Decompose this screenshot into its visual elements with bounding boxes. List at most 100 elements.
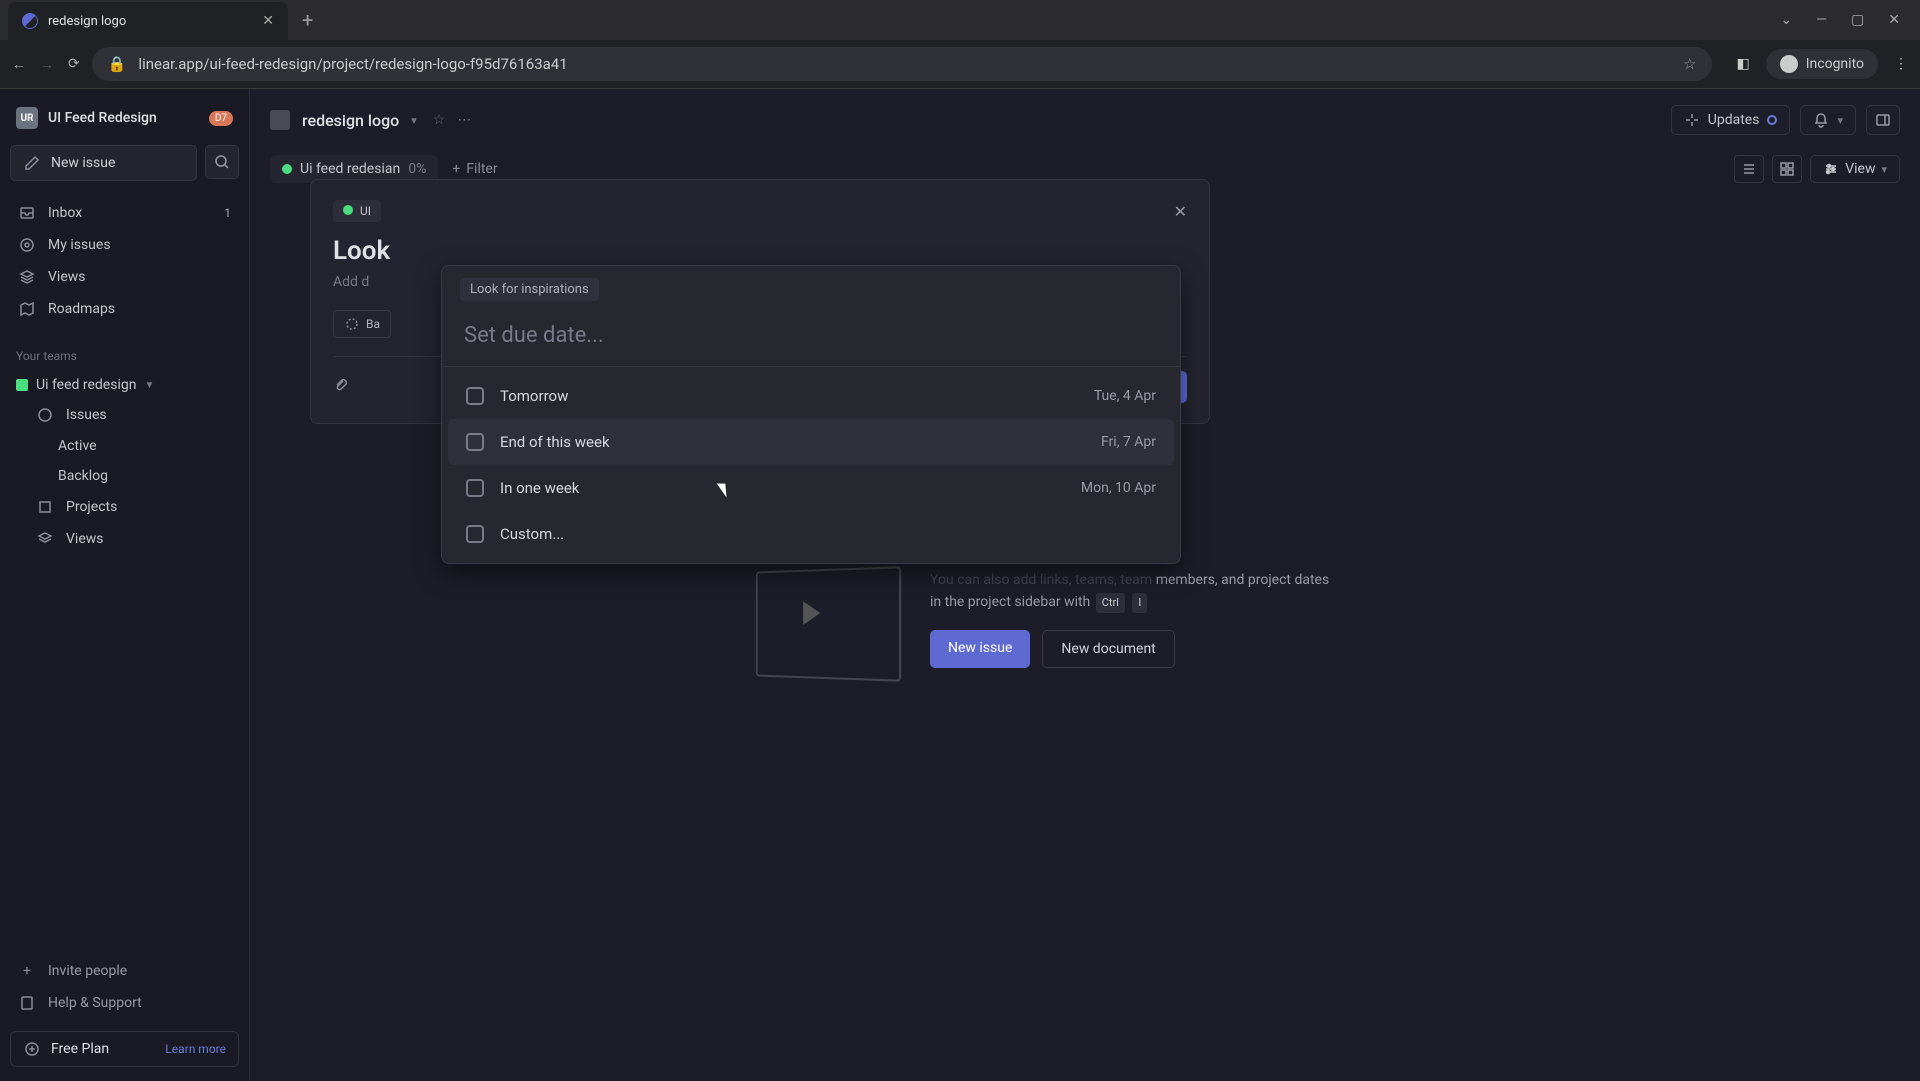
kbd-i: I xyxy=(1132,593,1147,613)
notifications-button[interactable]: ▾ xyxy=(1800,105,1856,135)
plan-pill[interactable]: Free Plan Learn more xyxy=(10,1031,239,1067)
due-date-option-label: In one week xyxy=(500,479,579,497)
forward-button[interactable]: → xyxy=(40,56,54,73)
pulse-dot-icon xyxy=(1767,115,1777,125)
status-pill[interactable]: Ba xyxy=(333,310,391,338)
due-date-popover: Look for inspirations Set due date... To… xyxy=(441,265,1181,564)
list-view-button[interactable] xyxy=(1734,155,1764,183)
browser-menu-icon[interactable]: ⋮ xyxy=(1894,56,1908,72)
chevron-down-icon: ▾ xyxy=(1881,163,1887,176)
box-icon xyxy=(36,498,54,516)
due-date-option[interactable]: Tomorrow Tue, 4 Apr xyxy=(448,373,1174,419)
reload-button[interactable]: ⟳ xyxy=(68,56,80,72)
address-bar[interactable]: 🔒 linear.app/ui-feed-redesign/project/re… xyxy=(92,47,1713,81)
browser-tab[interactable]: redesign logo ✕ xyxy=(8,2,288,40)
calendar-icon xyxy=(466,525,484,543)
star-button[interactable]: ☆ xyxy=(433,112,446,128)
view-options-button[interactable]: View ▾ xyxy=(1810,155,1900,183)
layers-icon xyxy=(18,268,36,286)
nav-team-views[interactable]: Views xyxy=(10,523,239,555)
nav-projects[interactable]: Projects xyxy=(10,491,239,523)
chevron-down-icon[interactable]: ▾ xyxy=(411,114,417,127)
nav-roadmaps[interactable]: Roadmaps xyxy=(10,293,239,325)
workspace-name: UI Feed Redesign xyxy=(48,110,157,126)
attachment-button[interactable] xyxy=(333,377,349,397)
sidebar: UR UI Feed Redesign D7 New issue Inbox 1 xyxy=(0,89,250,1081)
new-tab-button[interactable]: + xyxy=(302,8,313,32)
calendar-icon xyxy=(466,387,484,405)
tab-close-icon[interactable]: ✕ xyxy=(262,13,274,29)
list-icon xyxy=(1741,161,1757,177)
due-date-search-input[interactable]: Set due date... xyxy=(442,313,1180,367)
learn-more-link[interactable]: Learn more xyxy=(165,1042,226,1056)
board-view-button[interactable] xyxy=(1772,155,1802,183)
plus-icon: + xyxy=(18,962,36,980)
team-row[interactable]: Ui feed redesign ▼ xyxy=(10,371,239,399)
bell-icon xyxy=(1813,112,1829,128)
project-title[interactable]: redesign logo xyxy=(302,111,399,130)
minimize-button[interactable]: ― xyxy=(1816,12,1827,28)
help-support-button[interactable]: Help & Support xyxy=(10,987,239,1019)
more-button[interactable]: ⋯ xyxy=(457,112,471,128)
kbd-ctrl: Ctrl xyxy=(1096,593,1125,613)
modal-close-button[interactable]: ✕ xyxy=(1174,202,1187,221)
empty-new-issue-button[interactable]: New issue xyxy=(930,630,1030,668)
calendar-icon xyxy=(466,433,484,451)
panel-right-icon xyxy=(1875,112,1891,128)
main-content: redesign logo ▾ ☆ ⋯ Updates ▾ xyxy=(250,89,1920,1081)
add-filter-button[interactable]: + Filter xyxy=(452,161,497,177)
modal-team-pill[interactable]: UI xyxy=(333,200,381,222)
window-close-button[interactable]: ✕ xyxy=(1888,12,1900,28)
search-button[interactable] xyxy=(205,145,239,179)
grid-icon xyxy=(1779,161,1795,177)
bookmark-star-icon[interactable]: ☆ xyxy=(1683,55,1696,73)
due-date-option[interactable]: Custom... xyxy=(448,511,1174,557)
updates-button[interactable]: Updates xyxy=(1671,105,1791,135)
workspace-badge: D7 xyxy=(209,111,233,126)
nav-backlog[interactable]: Backlog xyxy=(10,461,239,491)
invite-people-button[interactable]: + Invite people xyxy=(10,955,239,987)
search-icon xyxy=(214,154,230,170)
back-button[interactable]: ← xyxy=(12,56,26,73)
circle-dashed-icon xyxy=(344,316,360,332)
due-date-option[interactable]: In one weekMon, 10 Apr xyxy=(448,465,1174,511)
new-issue-button[interactable]: New issue xyxy=(10,145,197,181)
toggle-sidebar-button[interactable] xyxy=(1866,105,1900,135)
layers-icon xyxy=(36,530,54,548)
nav-my-issues[interactable]: My issues xyxy=(10,229,239,261)
create-issue-modal: UI ✕ Look Add d Ba ssue Lo xyxy=(310,179,1210,424)
team-color-icon xyxy=(282,164,292,174)
plus-circle-icon xyxy=(23,1040,41,1058)
due-date-option[interactable]: End of this week Fri, 7 Apr xyxy=(448,419,1174,465)
circle-dashed-icon xyxy=(36,406,54,424)
team-color-icon xyxy=(16,379,28,391)
maximize-button[interactable]: ▢ xyxy=(1851,12,1864,28)
empty-new-document-button[interactable]: New document xyxy=(1042,630,1174,668)
book-icon xyxy=(18,994,36,1012)
extensions-icon[interactable]: ◧ xyxy=(1736,56,1749,72)
nav-views[interactable]: Views xyxy=(10,261,239,293)
chevron-down-icon: ▼ xyxy=(144,380,154,391)
empty-state-illustration xyxy=(756,566,901,682)
tabs-dropdown-icon[interactable]: ⌄ xyxy=(1780,12,1792,28)
lock-icon: 🔒 xyxy=(108,55,127,73)
team-color-icon xyxy=(343,205,353,215)
nav-issues[interactable]: Issues xyxy=(10,399,239,431)
edit-icon xyxy=(23,154,41,172)
due-date-option-label: Custom... xyxy=(500,525,564,543)
due-date-option-label: End of this week xyxy=(500,433,610,451)
target-icon xyxy=(18,236,36,254)
due-date-option-date: Tue, 4 Apr xyxy=(1094,388,1156,404)
plus-icon: + xyxy=(452,161,460,177)
incognito-indicator[interactable]: Incognito xyxy=(1766,49,1878,79)
paperclip-icon xyxy=(333,377,349,393)
due-date-option-label: Tomorrow xyxy=(500,387,568,405)
issue-title-input[interactable]: Look xyxy=(333,236,1187,266)
workspace-switcher[interactable]: UR UI Feed Redesign D7 xyxy=(10,103,239,133)
sparkle-icon xyxy=(1684,112,1700,128)
due-date-option-date: Fri, 7 Apr xyxy=(1101,434,1156,450)
nav-inbox[interactable]: Inbox 1 xyxy=(10,197,239,229)
workspace-avatar: UR xyxy=(16,107,38,129)
nav-active[interactable]: Active xyxy=(10,431,239,461)
incognito-icon xyxy=(1780,55,1798,73)
